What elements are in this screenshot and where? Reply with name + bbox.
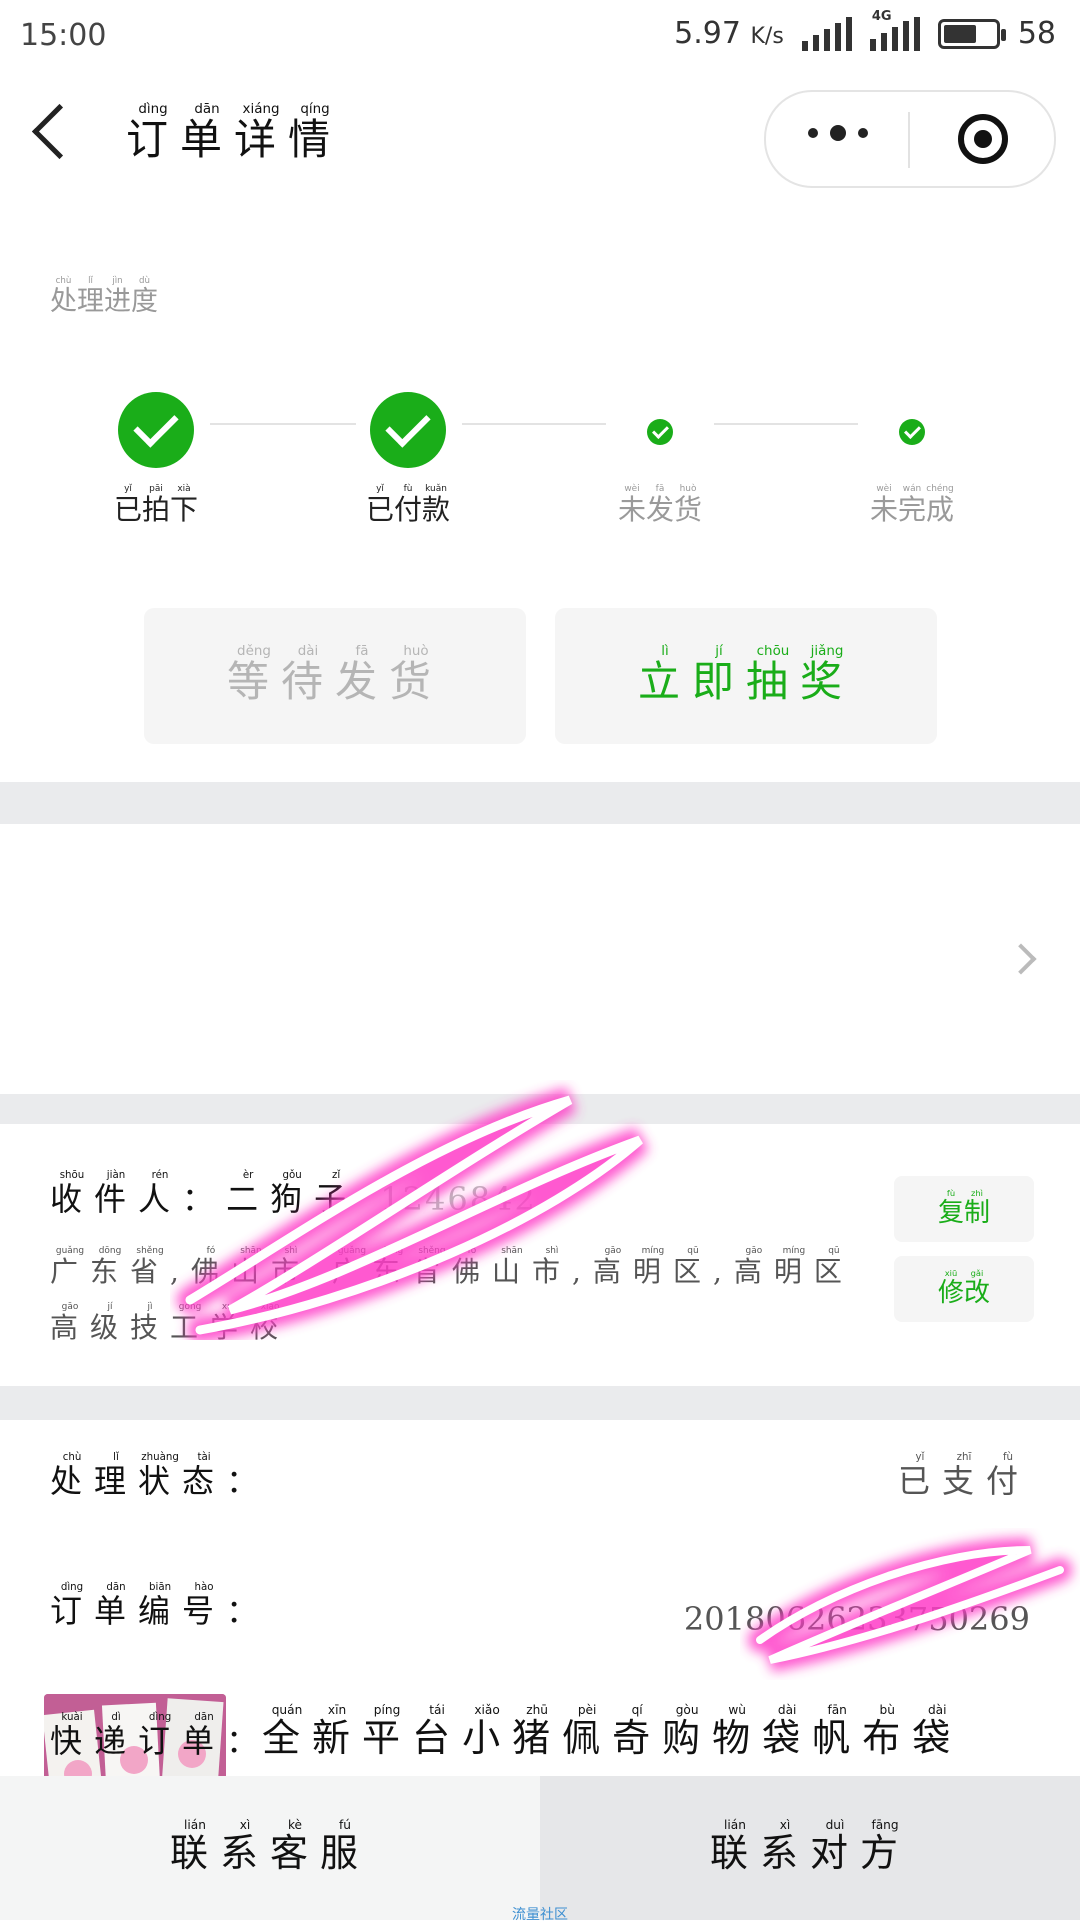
- step-connector: [462, 423, 606, 425]
- order-number-label: 订dìng单dān编biān号hào：: [50, 1581, 271, 1630]
- contact-seller-button[interactable]: 联lián 系xì 对duì 方fāng: [540, 1776, 1080, 1920]
- status-label: 处chù理lǐ状zhuàng态tài：: [50, 1451, 271, 1500]
- lottery-button[interactable]: 立lì 即jí 抽chōu 奖jiǎng: [555, 608, 937, 744]
- step-done-icon: [370, 392, 446, 468]
- product-card[interactable]: 全quán新xīn平píng台tái小xiǎo猪zhū佩pèi奇qí购gòu物w…: [0, 824, 1080, 1880]
- recipient-phone: 1246842: [380, 1180, 537, 1218]
- address-line: 广guǎng东dōng省shěng, 佛fó山shān市shì, 广guǎng东…: [50, 1246, 854, 1344]
- page-title: 订dìng单dān详xiáng情qíng: [126, 102, 343, 164]
- battery-level: 58: [1017, 16, 1056, 51]
- copy-button[interactable]: 复fù 制zhì: [894, 1176, 1034, 1242]
- step-pending-icon: [899, 419, 925, 445]
- step-pending-icon: [647, 419, 673, 445]
- step-label-1: 已yǐ拍pāi下xià: [113, 484, 199, 526]
- section-divider: [0, 1094, 1080, 1124]
- battery-icon: [937, 18, 1006, 49]
- recipient: 收shōu件jiàn人rén： 二èr狗gǒu子zǐ 1246842: [50, 1169, 537, 1218]
- mini-program-capsule: [764, 90, 1056, 188]
- status-right: 5.97 K/s 4G 58: [674, 9, 1056, 52]
- close-icon[interactable]: [958, 114, 1008, 164]
- step-connector: [714, 423, 858, 425]
- chevron-right-icon: [1005, 943, 1037, 975]
- step-label-2: 已yǐ付fù款kuǎn: [365, 484, 451, 526]
- back-icon[interactable]: [31, 103, 88, 160]
- section-divider: [0, 782, 1080, 824]
- section-divider: [0, 1386, 1080, 1420]
- capsule-divider: [908, 112, 910, 168]
- network-4g-icon: 4G: [869, 9, 920, 51]
- wait-ship-button[interactable]: 等děng 待dài 发fā 货huò: [144, 608, 526, 744]
- status-bar: 15:00 5.97 K/s 4G 58: [0, 0, 1080, 78]
- product-title: 全quán新xīn平píng台tái小xiǎo猪zhū佩pèi奇qí购gòu物w…: [262, 1703, 963, 1760]
- signal-icon: [801, 16, 852, 51]
- watermark: 流量社区: [512, 1907, 568, 1923]
- edit-button[interactable]: 修xiū 改gǎi: [894, 1256, 1034, 1322]
- status-value: 已yǐ支zhī付fù: [897, 1451, 1030, 1500]
- network-speed: 5.97 K/s: [674, 16, 784, 51]
- express-order-label: 快kuài递dì订dìng单dān：: [50, 1711, 271, 1760]
- step-done-icon: [118, 392, 194, 468]
- order-number-value: 20180626233750269: [683, 1600, 1030, 1638]
- step-connector: [210, 423, 356, 425]
- status-time: 15:00: [20, 18, 107, 53]
- contact-service-button[interactable]: 联lián 系xì 客kè 服fú: [0, 1776, 540, 1920]
- more-icon[interactable]: [808, 125, 868, 141]
- step-label-3: 未wèi发fā货huò: [617, 484, 703, 526]
- progress-label: 处chù理lǐ进jìn度dù: [50, 276, 158, 317]
- step-label-4: 未wèi完wán成chéng: [869, 484, 955, 526]
